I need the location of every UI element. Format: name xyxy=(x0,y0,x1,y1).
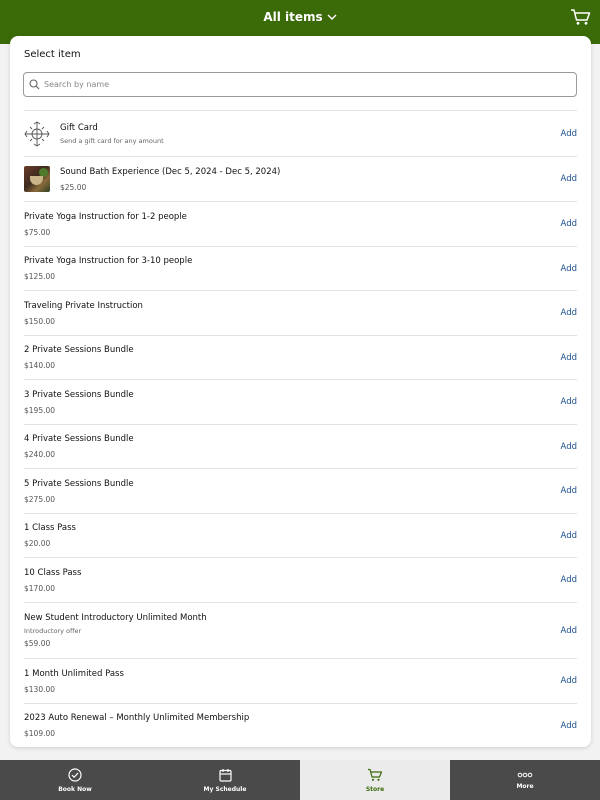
item-price: $240.00 xyxy=(24,450,56,459)
tab-more[interactable]: More xyxy=(450,760,600,800)
add-button[interactable]: Add xyxy=(561,442,577,452)
check-circle-icon xyxy=(68,767,82,782)
list-item: 1 Month Unlimited Pass $130.00 Add xyxy=(24,658,577,703)
add-button[interactable]: Add xyxy=(561,353,577,363)
add-button[interactable]: Add xyxy=(561,219,577,229)
list-item: Private Yoga Instruction for 3-10 people… xyxy=(24,246,577,290)
item-price: $25.00 xyxy=(60,182,87,192)
add-button[interactable]: Add xyxy=(561,531,577,541)
tab-label: My Schedule xyxy=(203,785,247,793)
item-subtitle: Send a gift card for any amount xyxy=(60,136,164,145)
list-item: 1 Class Pass $20.00 Add xyxy=(24,513,577,557)
category-dropdown-label: All items xyxy=(263,10,323,24)
card-title: Select item xyxy=(24,49,81,60)
add-button[interactable]: Add xyxy=(561,721,577,731)
list-item: Sound Bath Experience (Dec 5, 2024 - Dec… xyxy=(24,156,577,201)
chevron-down-icon xyxy=(327,14,337,20)
tab-label: Book Now xyxy=(58,785,92,793)
list-item: New Student Introductory Unlimited Month… xyxy=(24,602,577,658)
tab-label: Store xyxy=(365,785,385,793)
item-price: $75.00 xyxy=(24,227,51,237)
list-item: 3 Private Sessions Bundle $195.00 Add xyxy=(24,379,577,424)
item-price: $150.00 xyxy=(24,316,56,326)
add-button[interactable]: Add xyxy=(561,397,577,407)
search-icon xyxy=(29,79,40,90)
item-name: 5 Private Sessions Bundle xyxy=(24,478,134,489)
bottom-nav: Book Now My Schedule Store More xyxy=(0,760,600,800)
add-button[interactable]: Add xyxy=(561,486,577,496)
more-dots-icon xyxy=(517,772,533,777)
add-button[interactable]: Add xyxy=(561,264,577,274)
list-item: 4 Private Sessions Bundle $240.00 Add xyxy=(24,424,577,468)
item-name: 10 Class Pass xyxy=(24,567,82,578)
item-name: 2 Private Sessions Bundle xyxy=(24,345,134,355)
item-price: $195.00 xyxy=(24,405,56,415)
item-price: $20.00 xyxy=(24,539,51,548)
search-box[interactable] xyxy=(23,72,577,97)
tab-label: More xyxy=(516,782,534,790)
add-button[interactable]: Add xyxy=(561,575,577,585)
item-picker-card: Select item Gift Card Send a gift card f… xyxy=(10,36,591,747)
item-name: Traveling Private Instruction xyxy=(24,300,143,311)
list-item: 2023 Auto Renewal – Monthly Unlimited Me… xyxy=(24,703,577,747)
item-list: Gift Card Send a gift card for any amoun… xyxy=(24,110,577,747)
item-name: 1 Class Pass xyxy=(24,523,76,533)
item-name: Private Yoga Instruction for 3-10 people xyxy=(24,256,193,266)
item-name: New Student Introductory Unlimited Month xyxy=(24,613,207,623)
item-name: Private Yoga Instruction for 1-2 people xyxy=(24,211,187,222)
list-item: 10 Class Pass $170.00 Add xyxy=(24,557,577,602)
item-name: 2023 Auto Renewal – Monthly Unlimited Me… xyxy=(24,713,250,723)
tab-book-now[interactable]: Book Now xyxy=(0,760,150,800)
gift-card-icon xyxy=(24,120,50,147)
category-dropdown[interactable]: All items xyxy=(0,10,600,24)
calendar-icon xyxy=(218,768,232,782)
search-input[interactable] xyxy=(44,80,564,89)
add-button[interactable]: Add xyxy=(561,676,577,686)
add-button[interactable]: Add xyxy=(561,308,577,318)
add-button[interactable]: Add xyxy=(561,626,577,636)
item-price: $275.00 xyxy=(24,494,56,504)
add-button[interactable]: Add xyxy=(561,174,577,184)
list-item: Traveling Private Instruction $150.00 Ad… xyxy=(24,290,577,335)
list-item: Private Yoga Instruction for 1-2 people … xyxy=(24,201,577,246)
item-name: 4 Private Sessions Bundle xyxy=(24,434,134,444)
item-name: Gift Card xyxy=(60,122,98,133)
item-price: $170.00 xyxy=(24,583,56,593)
item-name: 3 Private Sessions Bundle xyxy=(24,389,134,400)
list-item: Gift Card Send a gift card for any amoun… xyxy=(24,110,577,156)
item-name: Sound Bath Experience (Dec 5, 2024 - Dec… xyxy=(60,166,281,177)
event-photo xyxy=(24,166,50,192)
cart-icon[interactable] xyxy=(570,8,592,26)
item-price: $109.00 xyxy=(24,729,56,738)
list-item: 5 Private Sessions Bundle $275.00 Add xyxy=(24,468,577,513)
item-price: $140.00 xyxy=(24,361,56,370)
item-price: $130.00 xyxy=(24,684,56,694)
tab-store[interactable]: Store xyxy=(300,760,450,800)
tab-my-schedule[interactable]: My Schedule xyxy=(150,760,300,800)
add-button[interactable]: Add xyxy=(561,129,577,139)
item-name: 1 Month Unlimited Pass xyxy=(24,668,124,679)
item-subtitle: Introductory offer xyxy=(24,627,82,635)
item-price: $59.00 xyxy=(24,639,51,648)
list-item: 2 Private Sessions Bundle $140.00 Add xyxy=(24,335,577,379)
cart-icon xyxy=(368,768,383,781)
item-price: $125.00 xyxy=(24,272,56,281)
